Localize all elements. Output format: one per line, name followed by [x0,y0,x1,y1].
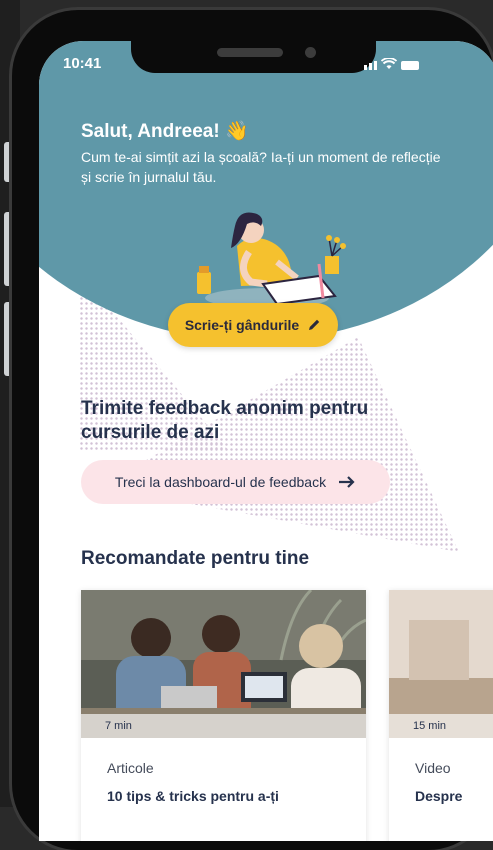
recommendation-card[interactable]: 7 min Articole 10 tips & tricks pentru a… [81,590,366,841]
app-screen: 10:41 Salut, Andreea! 👋 Cum te-ai simțit… [39,41,493,841]
pencil-icon [309,319,320,330]
feedback-title: Trimite feedback anonim pentru cursurile… [81,398,369,443]
recommendation-card[interactable]: 15 min Video Despre [389,590,493,841]
feedback-dashboard-button[interactable]: Treci la dashboard-ul de feedback [81,460,390,504]
card-duration: 7 min [81,714,366,738]
wifi-icon [381,58,397,69]
greeting-subtitle: Cum te-ai simțit azi la școală? Ia-ți un… [81,149,441,185]
greeting: Salut, Andreea! 👋 [81,121,249,142]
card-type: Articole [107,760,154,776]
card-title: 10 tips & tricks pentru a-ți [107,788,279,804]
signal-icon [364,61,377,70]
recommendations-title: Recomandate pentru tine [81,548,310,569]
front-camera [305,47,316,58]
status-time: 10:41 [63,55,102,72]
phone-notch [131,18,376,73]
arrow-right-icon [339,476,355,488]
card-photo: 15 min [389,590,493,738]
card-type: Video [415,760,451,776]
write-thoughts-label: Scrie-ți gândurile [184,317,300,333]
write-thoughts-button[interactable]: Scrie-ți gândurile [168,303,338,347]
status-icons [364,58,419,70]
card-title: Despre [415,788,463,804]
battery-icon [401,61,419,70]
speaker [217,48,283,57]
card-duration: 15 min [389,714,493,738]
journal-illustration [197,212,346,308]
card-photo: 7 min [81,590,366,738]
feedback-dashboard-label: Treci la dashboard-ul de feedback [114,474,327,490]
